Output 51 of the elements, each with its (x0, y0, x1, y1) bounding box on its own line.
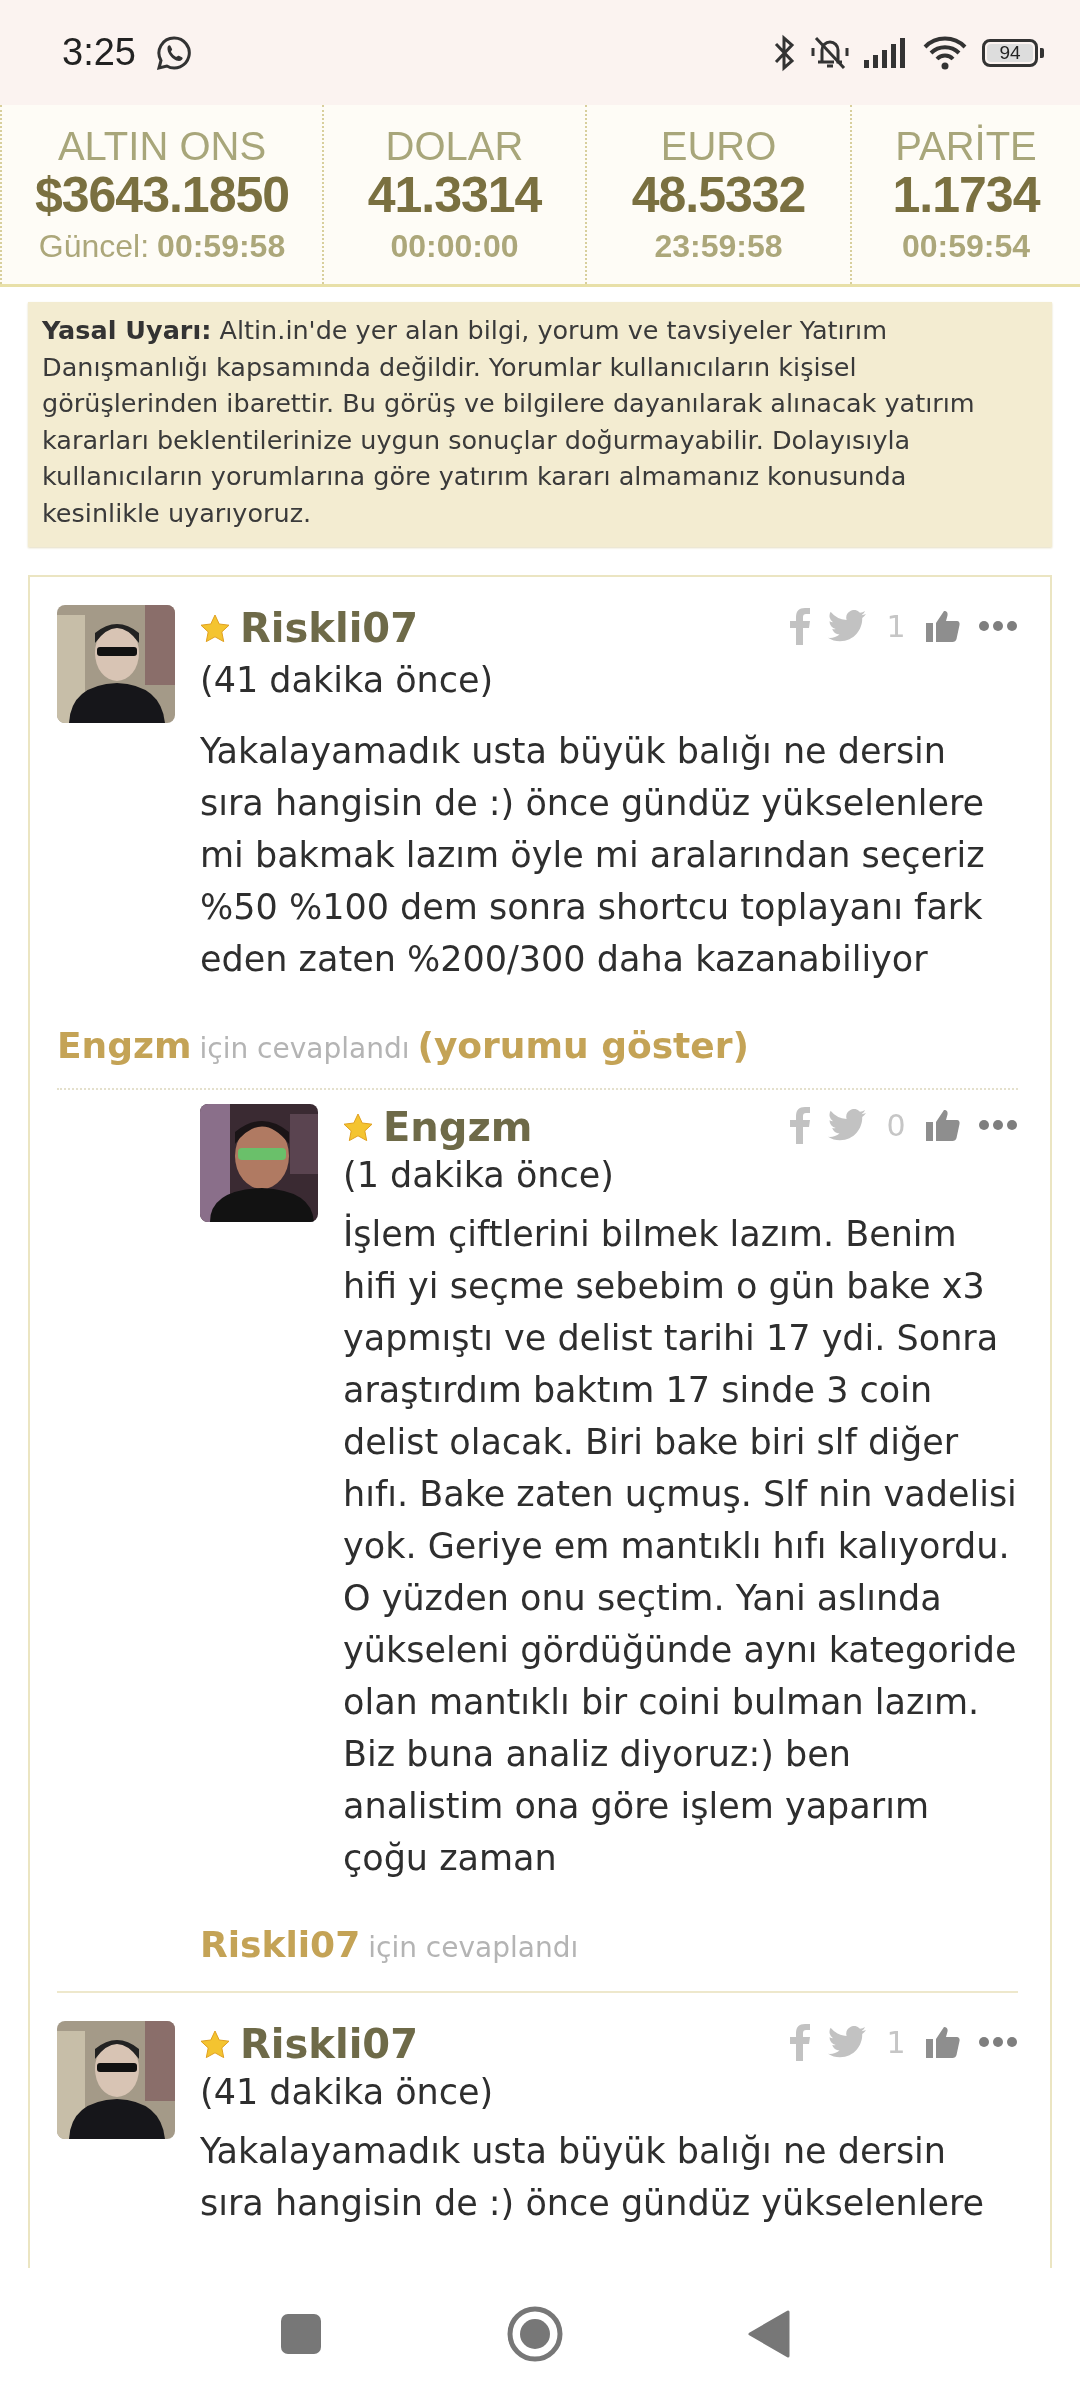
facebook-icon[interactable] (790, 607, 810, 645)
recent-apps-button[interactable] (280, 2313, 322, 2355)
ticker-label: DOLAR (385, 123, 524, 168)
more-icon[interactable] (978, 620, 1018, 632)
comment-time: (41 dakika önce) (200, 659, 495, 702)
replied-label: için cevaplandı (199, 1032, 410, 1065)
ticker-label: ALTIN ONS (57, 123, 267, 168)
ticker-value: 41.3314 (367, 167, 542, 222)
legal-warning-text: Yasal Uyarı: Altin.in'de yer alan bilgi, yorum ve tavsiyeler Yatırım Danışmanlığı kapsamında değildir. Yorumlar kullanıcıların kişisel görüşlerinden ibarettir. Bu görüş ve bilgilere dayanılarak alınacak yatırım kararları beklentilerinize uygun sonuçlar doğurmayabilir. Dolayısıyla kullanıcıların yorumlarına göre yatırım kararı almamanız konusunda kesinlikle uyarıyoruz. (42, 314, 976, 530)
star-icon (200, 614, 230, 644)
home-button[interactable] (507, 2306, 563, 2362)
ticker-value: 48.5332 (631, 167, 806, 222)
author-name[interactable]: Engzm (383, 1104, 533, 1150)
comment-text: Yakalayamadık usta büyük balığı ne dersin sıra hangisin de :) önce gündüz yükselenlere (200, 2130, 986, 2225)
clock: 3:25 (62, 31, 136, 74)
bluetooth-icon (772, 33, 796, 72)
ticker-label: EURO (660, 123, 777, 168)
ticker-value: 1.1734 (892, 167, 1040, 222)
signal-icon (864, 37, 908, 68)
twitter-icon[interactable] (828, 2026, 866, 2058)
like-count: 0 (885, 1107, 907, 1143)
whatsapp-icon (155, 34, 192, 71)
update-time: 00:00:00 (390, 226, 519, 266)
comment-time: (41 dakika önce) (200, 2072, 494, 2112)
update-time: 00:59:54 (901, 226, 1031, 266)
more-icon[interactable] (978, 1119, 1018, 1131)
comment-text: İşlem çiftlerini bilmek lazım. Benim hifi yi seçme sebebim o gün bake x3 yapmıştı ve delist tarihi 17 ydi. Sonra araştırdım baktım 17 sinde 3 coin delist olacak. Biri bake biri slf diğer hıfı. Bake zaten uçmuş. Slf nin vadelisi yok. Geriye em mantıklı hıfı kalıyordu. O yüzden onu seçtim. Yani aslında yükseleni gördüğünde aynı kategoride olan mantıklı bir coini bulman lazım. Biz buna analiz diyoruz:) ben analistim ona göre işlem yaparım çoğu zaman (343, 1212, 1018, 1880)
author-name[interactable]: Riskli07 (240, 2021, 418, 2067)
like-count: 1 (885, 608, 907, 644)
comment-time: (1 dakika önce) (343, 1155, 614, 1195)
thumbs-up-icon[interactable] (926, 2025, 960, 2059)
like-count: 1 (885, 2024, 907, 2060)
thumbs-up-icon[interactable] (926, 609, 960, 643)
update-time: 23:59:58 (654, 226, 783, 266)
wifi-icon (922, 34, 968, 71)
comment-text: Yakalayamadık usta büyük balığı ne dersin sıra hangisin de :) önce gündüz yükselenlere mi bakmak lazım öyle mi aralarından seçeriz %50 %100 dem sonra shortcu toplayanı fark eden zaten %200/300 daha kazanabiliyor (200, 730, 986, 981)
update-time: 00:59:58 (157, 226, 286, 266)
twitter-icon[interactable] (828, 610, 866, 642)
star-icon (200, 2030, 230, 2060)
author-name[interactable]: Riskli07 (240, 605, 418, 651)
thumbs-up-icon[interactable] (926, 1108, 960, 1142)
facebook-icon[interactable] (790, 2023, 810, 2061)
ticker-label: PARİTE (895, 123, 1037, 168)
replied-label: için cevaplandı (368, 1931, 579, 1964)
ticker-value: $3643.1850 (34, 167, 290, 222)
star-icon (343, 1113, 373, 1143)
update-label: Güncel: (38, 226, 150, 266)
twitter-icon[interactable] (828, 1109, 866, 1141)
more-icon[interactable] (978, 2036, 1018, 2048)
back-button[interactable] (748, 2310, 790, 2358)
facebook-icon[interactable] (790, 1106, 810, 1144)
